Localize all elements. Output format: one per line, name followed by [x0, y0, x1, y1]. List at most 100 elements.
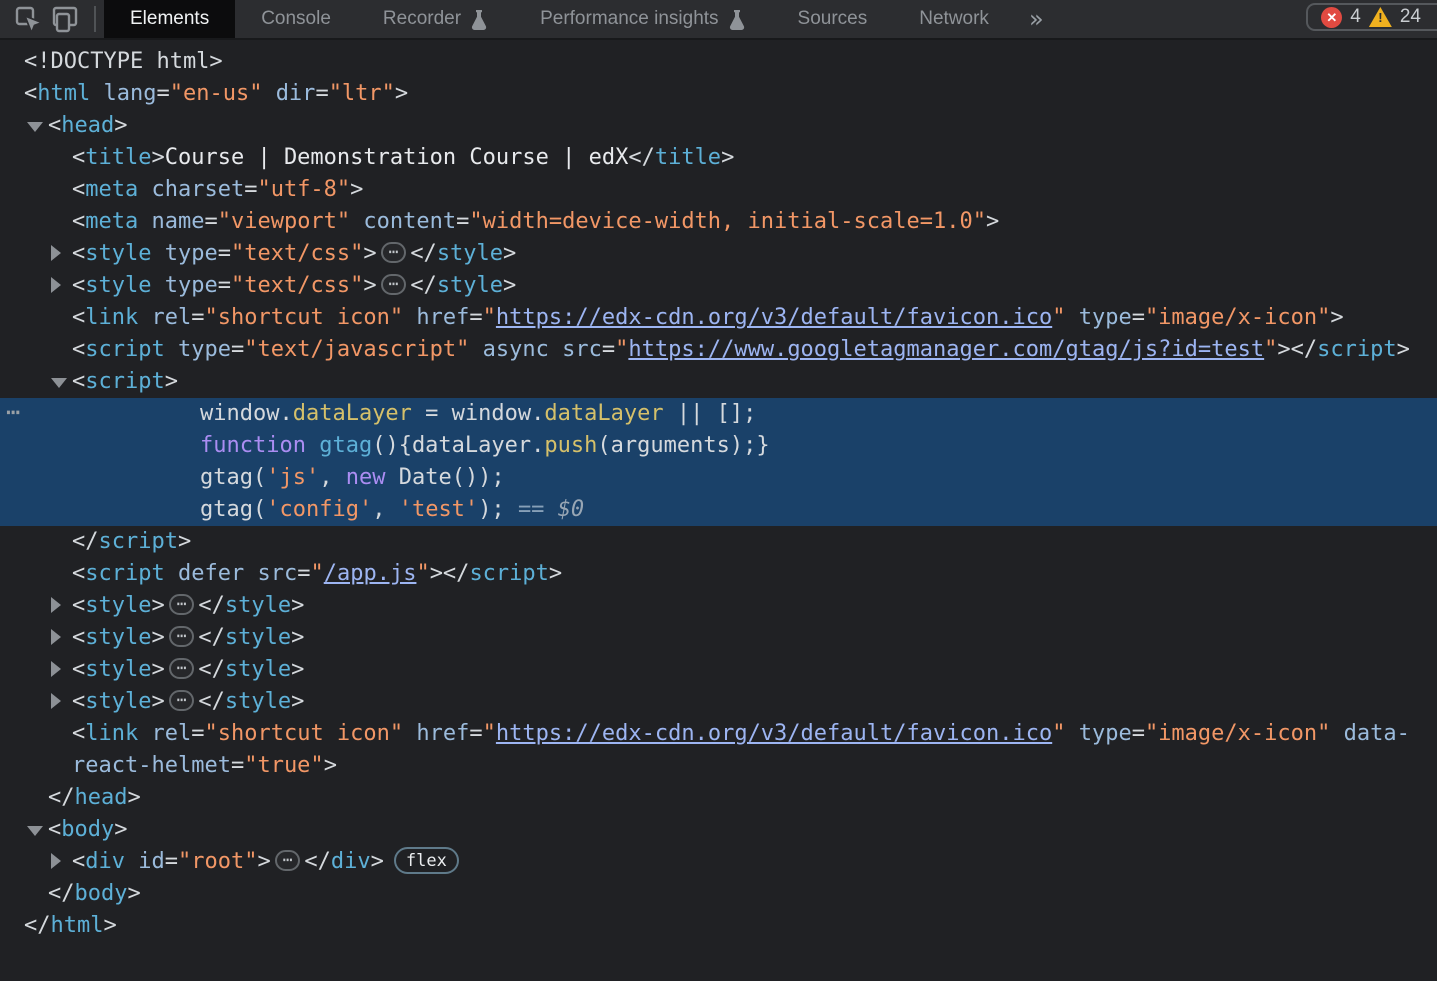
selected-tree-node[interactable]: ⋯window.dataLayer = window.dataLayer || …: [0, 398, 1437, 430]
selected-tree-node[interactable]: gtag('js', new Date());: [0, 462, 1437, 494]
flex-badge[interactable]: flex: [394, 847, 459, 874]
tab-performance-insights[interactable]: Performance insights: [514, 0, 771, 38]
tree-node-line[interactable]: <style type="text/css">⋯</style>: [0, 270, 1437, 302]
code-token: [1330, 721, 1343, 746]
tree-node-line[interactable]: <meta name="viewport" content="width=dev…: [0, 206, 1437, 238]
code-token: <: [72, 593, 85, 618]
collapse-arrow-icon[interactable]: [27, 826, 43, 836]
tree-node-line[interactable]: <!DOCTYPE html>: [0, 46, 1437, 78]
inspect-element-button[interactable]: [10, 0, 46, 39]
code-token: );: [478, 497, 518, 522]
code-token: "width=device-width, initial-scale=1.0": [469, 209, 986, 234]
expand-arrow-icon[interactable]: [51, 629, 61, 645]
tree-node-line[interactable]: </html>: [0, 910, 1437, 942]
inline-expand-button[interactable]: ⋯: [169, 626, 195, 647]
attribute-link[interactable]: https://www.googletagmanager.com/gtag/js…: [628, 337, 1264, 362]
collapse-arrow-icon[interactable]: [51, 378, 67, 388]
selected-tree-node[interactable]: gtag('config', 'test'); == $0: [0, 494, 1437, 526]
tab-network[interactable]: Network: [893, 0, 1015, 38]
tree-node-line[interactable]: <style>⋯</style>: [0, 622, 1437, 654]
tree-node-line[interactable]: <html lang="en-us" dir="ltr">: [0, 78, 1437, 110]
inline-expand-button[interactable]: ⋯: [169, 594, 195, 615]
tree-node-line[interactable]: <script type="text/javascript" async src…: [0, 334, 1437, 366]
code-token: =: [191, 721, 204, 746]
tree-node-line[interactable]: <title>Course | Demonstration Course | e…: [0, 142, 1437, 174]
code-token: >: [151, 689, 164, 714]
tree-node-line[interactable]: <style>⋯</style>: [0, 590, 1437, 622]
tab-console[interactable]: Console: [235, 0, 357, 38]
code-token: id: [138, 849, 165, 874]
expand-arrow-icon[interactable]: [51, 245, 61, 261]
code-token: ": [483, 721, 496, 746]
expand-arrow-icon[interactable]: [51, 597, 61, 613]
node-options-dots-icon[interactable]: ⋯: [6, 396, 20, 428]
tree-node-line[interactable]: <link rel="shortcut icon" href="https://…: [0, 302, 1437, 334]
more-tabs-button[interactable]: »: [1015, 0, 1058, 38]
code-token: type: [178, 337, 231, 362]
code-token: gtag(: [200, 465, 266, 490]
expand-arrow-icon[interactable]: [51, 661, 61, 677]
tree-node-line[interactable]: react-helmet="true">: [0, 750, 1437, 782]
code-token: style: [85, 625, 151, 650]
tree-node-line[interactable]: <style type="text/css">⋯</style>: [0, 238, 1437, 270]
code-token: meta: [85, 209, 138, 234]
code-token: >: [549, 561, 562, 586]
code-token: "viewport": [218, 209, 350, 234]
code-token: div: [331, 849, 371, 874]
tab-label: Console: [261, 8, 331, 30]
code-token: ,: [319, 465, 346, 490]
tree-node-line[interactable]: <div id="root">⋯</div>flex: [0, 846, 1437, 878]
code-token: script: [99, 529, 178, 554]
code-token: meta: [85, 177, 138, 202]
inline-expand-button[interactable]: ⋯: [169, 658, 195, 679]
expand-arrow-icon[interactable]: [51, 693, 61, 709]
expand-arrow-icon[interactable]: [51, 277, 61, 293]
code-token: <: [72, 273, 85, 298]
code-token: content: [363, 209, 456, 234]
attribute-link[interactable]: https://edx-cdn.org/v3/default/favicon.i…: [496, 721, 1052, 746]
expand-arrow-icon[interactable]: [51, 853, 61, 869]
code-token: style: [225, 593, 291, 618]
tree-node-line[interactable]: <head>: [0, 110, 1437, 142]
code-token: =: [165, 849, 178, 874]
code-token: script: [85, 337, 164, 362]
tab-sources[interactable]: Sources: [772, 0, 894, 38]
tree-node-line[interactable]: <link rel="shortcut icon" href="https://…: [0, 718, 1437, 750]
code-token: (){dataLayer.: [372, 433, 544, 458]
code-token: </: [410, 273, 437, 298]
inline-expand-button[interactable]: ⋯: [381, 274, 407, 295]
code-token: href: [416, 305, 469, 330]
tree-node-line[interactable]: <script>: [0, 366, 1437, 398]
inline-expand-button[interactable]: ⋯: [275, 850, 301, 871]
tab-label: Network: [919, 8, 989, 30]
attribute-link[interactable]: /app.js: [324, 561, 417, 586]
issues-counter[interactable]: ✕ 4 ! 24: [1306, 3, 1437, 31]
tree-node-line[interactable]: <style>⋯</style>: [0, 654, 1437, 686]
tree-node-line[interactable]: <meta charset="utf-8">: [0, 174, 1437, 206]
device-toolbar-button[interactable]: [46, 0, 82, 39]
collapse-arrow-icon[interactable]: [27, 122, 43, 132]
selected-tree-node[interactable]: function gtag(){dataLayer.push(arguments…: [0, 430, 1437, 462]
code-token: "true": [244, 753, 323, 778]
code-token: <: [72, 145, 85, 170]
code-token: =: [156, 81, 169, 106]
code-token: <: [72, 689, 85, 714]
inline-expand-button[interactable]: ⋯: [381, 242, 407, 263]
code-token: <: [72, 177, 85, 202]
inline-expand-button[interactable]: ⋯: [169, 690, 195, 711]
tree-node-line[interactable]: <body>: [0, 814, 1437, 846]
tab-elements[interactable]: Elements: [104, 0, 235, 38]
tree-node-line[interactable]: </script>: [0, 526, 1437, 558]
toolbar-separator: [94, 6, 96, 32]
tree-node-line[interactable]: </body>: [0, 878, 1437, 910]
code-token: </: [198, 689, 225, 714]
attribute-link[interactable]: https://edx-cdn.org/v3/default/favicon.i…: [496, 305, 1052, 330]
code-token: =: [231, 753, 244, 778]
code-token: =: [218, 273, 231, 298]
tree-node-line[interactable]: <script defer src="/app.js"></script>: [0, 558, 1437, 590]
tab-recorder[interactable]: Recorder: [357, 0, 514, 38]
code-token: >: [114, 113, 127, 138]
tree-node-line[interactable]: <style>⋯</style>: [0, 686, 1437, 718]
code-token: [469, 337, 482, 362]
tree-node-line[interactable]: </head>: [0, 782, 1437, 814]
